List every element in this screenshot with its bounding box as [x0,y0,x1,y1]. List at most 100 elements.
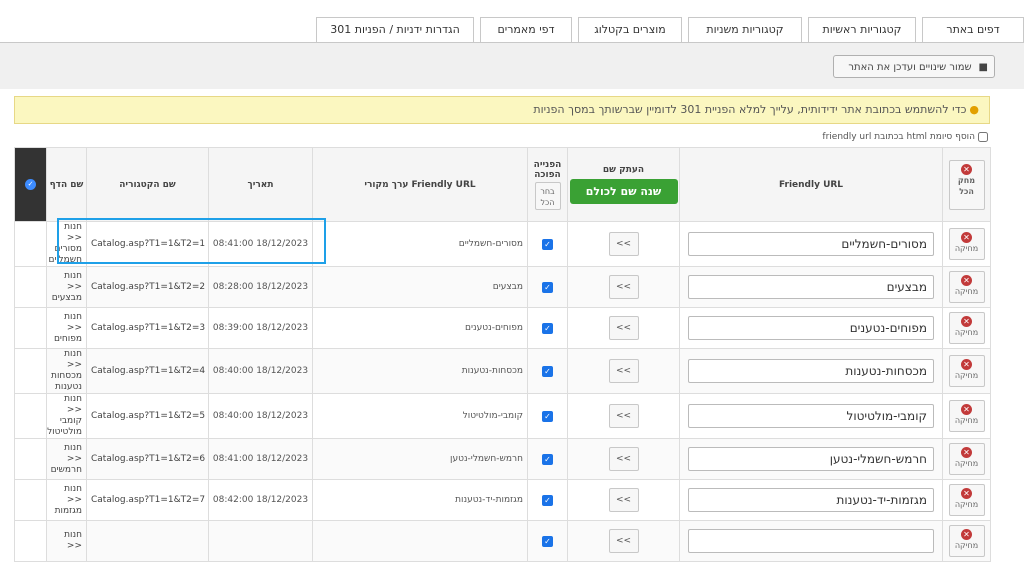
redirect-label: הפנייה הפוכה [533,159,562,180]
copy-name-button[interactable]: << [608,359,639,383]
delete-label: מחיקה [954,459,979,468]
save-button[interactable]: ■ שמור שינויים ועדכן את האתר [833,55,995,78]
friendly-url-input[interactable] [688,447,934,471]
friendly-url-input[interactable] [688,275,934,299]
select-cell [14,393,47,439]
delete-button[interactable]: ✕ מחיקה [948,484,985,516]
copy-name-button[interactable]: << [608,232,639,256]
page-name-cell: חנות << מגזמות [46,479,87,521]
redirect-checkbox[interactable]: ✓ [542,322,553,334]
copy-name-button[interactable]: << [608,488,639,512]
tab-main-categories[interactable]: קטגוריות ראשיות [808,17,916,42]
delete-button[interactable]: ✕ מחיקה [948,228,985,260]
copy-name-button[interactable]: << [608,316,639,340]
copy-cell: << [567,221,680,267]
delete-icon: ✕ [961,529,972,540]
copy-name-button[interactable]: << [608,404,639,428]
date-cell: 18/12/2023 08:41:00 [208,438,313,480]
friendly-url-cell [679,348,943,394]
orig-value-cell: מפוחים-נטענים [312,307,528,349]
category-link-cell: Catalog.asp?T1=1&T2=1 [86,221,209,267]
friendly-url-input[interactable] [688,488,934,512]
select-cell [14,438,47,480]
date-cell: 18/12/2023 08:41:00 [208,221,313,267]
table-row: ✕מחיקה << ✓ מסורים-חשמליים18/12/2023 08:41:… [14,221,991,267]
tab-article-pages[interactable]: דפי מאמרים [480,17,572,42]
tab-sub-categories[interactable]: קטגוריות משניות [688,17,802,43]
orig-value-cell: קומבי-מולטיטול [312,393,528,439]
orig-value-cell: מסורים-חשמליים [312,221,528,267]
page-name-cell: חנות << קומבי מולטיטול [46,393,87,439]
friendly-url-input[interactable] [688,316,934,340]
redirect-checkbox[interactable]: ✓ [542,281,553,293]
select-cell [14,307,47,349]
friendly-url-cell [679,221,943,267]
notice-banner: ●כדי להשתמש בכתובת אתר ידידותית, עלייך ל… [14,96,990,124]
date-cell: 18/12/2023 08:42:00 [208,479,313,521]
delete-icon: ✕ [961,316,972,327]
select-all-button[interactable]: בחר הכל [534,181,561,210]
date-header: תאריך [208,147,313,222]
orig-value-header: Friendly URL ערך מקורי [312,147,528,222]
redirect-header: הפנייה הפוכה בחר הכל [527,147,568,222]
table-header-row: ✕ מחק הכל Friendly URL העתק שם שנה שם לכ… [14,147,991,222]
delete-cell: ✕ מחיקה [942,266,991,308]
select-cell [14,348,47,394]
category-link-cell: Catalog.asp?T1=1&T2=5 [86,393,209,439]
redirect-checkbox[interactable]: ✓ [542,494,553,506]
copy-cell: << [567,348,680,394]
delete-cell: ✕ מחיקה [942,438,991,480]
redirect-checkbox[interactable]: ✓ [542,238,553,250]
redirect-cell: ✓ [527,348,568,394]
redirect-cell: ✓ [527,307,568,349]
html-suffix-label: הוסף סיומת html בכתובת friendly url [822,132,975,142]
category-name-header: שם הקטגוריה [86,147,209,222]
friendly-url-cell [679,393,943,439]
copy-name-button[interactable]: << [608,447,639,471]
friendly-url-cell [679,479,943,521]
redirect-cell: ✓ [527,266,568,308]
delete-all-button[interactable]: ✕ מחק הכל [948,159,985,210]
redirect-checkbox[interactable]: ✓ [542,535,553,547]
friendly-url-input[interactable] [688,404,934,428]
delete-button[interactable]: ✕ מחיקה [948,400,985,432]
rename-all-button[interactable]: שנה שם לכולם [569,179,678,204]
copy-name-label: העתק שם [602,165,645,175]
tab-manual-settings[interactable]: הגדרות ידניות / הפניות 301 [316,17,474,42]
select-all-check-icon[interactable]: ✓ [25,179,36,190]
redirect-checkbox[interactable]: ✓ [542,453,553,465]
delete-icon: ✕ [961,447,972,458]
category-link-cell: Catalog.asp?T1=1&T2=6 [86,438,209,480]
orig-value-cell: חרמש-חשמלי-נטען [312,438,528,480]
lightbulb-icon: ● [969,103,979,116]
date-cell: 18/12/2023 08:40:00 [208,348,313,394]
copy-cell: << [567,479,680,521]
redirect-checkbox[interactable]: ✓ [542,410,553,422]
delete-button[interactable]: ✕ מחיקה [948,271,985,303]
page-name-header: שם הדף [46,147,87,222]
delete-button[interactable]: ✕ מחיקה [948,312,985,344]
delete-button[interactable]: ✕ מחיקה [948,525,985,557]
page-name-cell: חנות << מפוחים [46,307,87,349]
tab-catalog-products[interactable]: מוצרים בקטלוג [578,17,682,42]
friendly-url-input[interactable] [688,529,934,553]
delete-cell: ✕ מחיקה [942,393,991,439]
friendly-url-table: ✕ מחק הכל Friendly URL העתק שם שנה שם לכ… [14,147,991,562]
table-row: ✕מחיקה << ✓ מגזמות-יד-נטענות18/12/2023 08:4… [14,479,991,521]
redirect-checkbox[interactable]: ✓ [542,365,553,377]
date-cell: 18/12/2023 08:40:00 [208,393,313,439]
friendly-url-cell [679,266,943,308]
html-suffix-checkbox[interactable] [978,131,988,142]
select-cell [14,221,47,267]
tab-site-pages[interactable]: דפים באתר [922,17,1024,42]
delete-button[interactable]: ✕ מחיקה [948,443,985,475]
delete-button[interactable]: ✕ מחיקה [948,355,985,387]
copy-name-button[interactable]: << [608,275,639,299]
friendly-url-input[interactable] [688,359,934,383]
copy-name-button[interactable]: << [608,529,639,553]
friendly-url-input[interactable] [688,232,934,256]
category-link-cell: Catalog.asp?T1=1&T2=3 [86,307,209,349]
page-name-cell: חנות << מסורים חשמליים [46,221,87,267]
delete-icon: ✕ [961,404,972,415]
delete-all-header: ✕ מחק הכל [942,147,991,222]
